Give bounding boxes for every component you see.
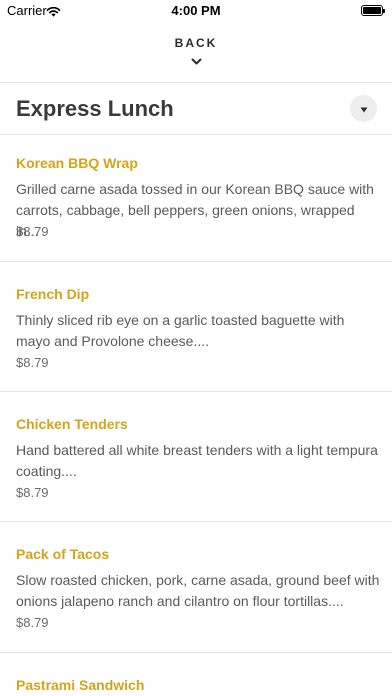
- battery-icon: [361, 5, 385, 16]
- section-dropdown-button[interactable]: [350, 95, 377, 122]
- menu-item-name: Pack of Tacos: [16, 546, 110, 562]
- menu-item-price: $8.79: [16, 224, 49, 239]
- menu-item-name: Chicken Tenders: [16, 416, 128, 432]
- menu-item-price: $8.79: [16, 615, 49, 630]
- menu-item[interactable]: Korean BBQ Wrap Grilled carne asada toss…: [0, 155, 392, 245]
- back-label: BACK: [174, 36, 218, 50]
- chevron-down-icon: [191, 53, 202, 71]
- menu-item-name: Pastrami Sandwich: [16, 677, 145, 693]
- menu-item[interactable]: Pastrami Sandwich: [0, 677, 392, 696]
- menu-item-price: $8.79: [16, 355, 49, 370]
- menu-item-description: Hand battered all white breast tenders w…: [16, 442, 378, 479]
- section-header: Express Lunch: [0, 95, 392, 125]
- item-divider: [0, 391, 392, 392]
- menu-item[interactable]: French Dip Thinly sliced rib eye on a ga…: [0, 286, 392, 376]
- menu-item-description: Slow roasted chicken, pork, carne asada,…: [16, 572, 380, 609]
- menu-item-name: Korean BBQ Wrap: [16, 155, 138, 171]
- item-divider: [0, 652, 392, 653]
- item-divider: [0, 261, 392, 262]
- caret-down-icon: [360, 100, 368, 118]
- status-bar: Carrier 4:00 PM: [0, 0, 392, 22]
- item-divider: [0, 521, 392, 522]
- section-title: Express Lunch: [16, 96, 174, 121]
- menu-item-name: French Dip: [16, 286, 90, 302]
- menu-item-price: $8.79: [16, 485, 49, 500]
- status-time: 4:00 PM: [171, 3, 221, 18]
- menu-item[interactable]: Pack of Tacos Slow roasted chicken, pork…: [0, 546, 392, 636]
- section-divider: [0, 134, 392, 135]
- header-divider: [0, 82, 392, 83]
- menu-item-description: Thinly sliced rib eye on a garlic toaste…: [16, 312, 345, 349]
- menu-item-description: Grilled carne asada tossed in our Korean…: [16, 181, 374, 239]
- back-button[interactable]: BACK: [0, 36, 392, 71]
- menu-item[interactable]: Chicken Tenders Hand battered all white …: [0, 416, 392, 506]
